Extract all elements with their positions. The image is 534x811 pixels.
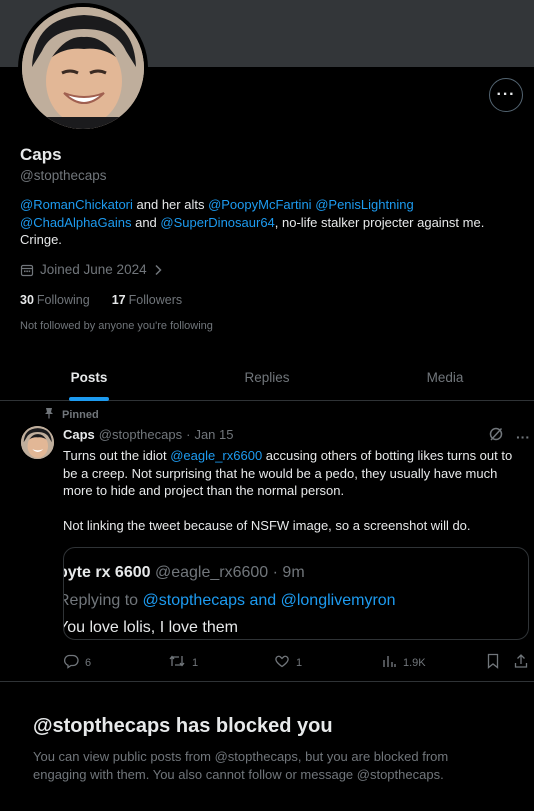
- tweet-screenshot-image[interactable]: byte rx 6600 @eagle_rx6600 · 9m Replying…: [63, 547, 529, 640]
- bio-mention-romanchickatori[interactable]: @RomanChickatori: [20, 197, 133, 212]
- tweet-actions: 6 1 1 1.9K: [63, 653, 529, 671]
- profile-handle: @stopthecaps: [20, 168, 107, 183]
- tweet-tools: ···: [488, 426, 530, 447]
- joined-text: Joined June 2024: [40, 262, 147, 277]
- tweet-date[interactable]: Jan 15: [194, 427, 233, 442]
- joined-date[interactable]: Joined June 2024: [20, 262, 163, 277]
- like-button[interactable]: 1: [274, 653, 302, 672]
- tweet-author-name[interactable]: Caps: [63, 427, 95, 442]
- quote-replying-label: Replying to: [63, 592, 143, 609]
- following-link[interactable]: 30 Following: [20, 293, 90, 307]
- profile-tabs: Posts Replies Media: [0, 355, 534, 401]
- like-count: 1: [296, 656, 303, 669]
- quote-replying-handles: @stopthecaps and @longlivemyron: [142, 592, 396, 609]
- quote-author-handle: @eagle_rx6600: [154, 564, 269, 581]
- following-count: 30: [20, 293, 34, 307]
- pin-icon: [44, 407, 54, 422]
- reply-icon: [63, 653, 79, 672]
- tweet-author-handle[interactable]: @stopthecaps: [99, 427, 182, 442]
- profile-bio: @RomanChickatori and her alts @PoopyMcFa…: [20, 196, 525, 249]
- section-divider: [0, 681, 534, 682]
- bio-text: and: [131, 214, 161, 230]
- repost-count: 1: [192, 656, 199, 669]
- bio-mention-chadalphagains[interactable]: @ChadAlphaGains: [20, 215, 131, 230]
- repost-button[interactable]: 1: [168, 653, 198, 672]
- share-icon: [513, 653, 529, 672]
- calendar-icon: [20, 263, 34, 277]
- tweet-more-icon[interactable]: ···: [516, 429, 530, 445]
- repost-icon: [168, 653, 186, 672]
- bookmark-button[interactable]: [486, 653, 500, 672]
- tweet-paragraph-1: Turns out the idiot @eagle_rx6600 accusi…: [63, 447, 528, 500]
- profile-avatar[interactable]: [18, 3, 148, 133]
- tab-replies[interactable]: Replies: [178, 355, 356, 400]
- quote-time: · 9m: [272, 564, 305, 581]
- reply-button[interactable]: 6: [63, 653, 91, 672]
- quote-replying-to: Replying to @stopthecaps and @longlivemy…: [63, 592, 396, 610]
- follow-stats: 30 Following 17 Followers: [20, 293, 182, 307]
- tweet-paragraph-2: Not linking the tweet because of NSFW im…: [63, 518, 471, 533]
- tweet-header: Caps @stopthecaps · Jan 15: [63, 427, 234, 442]
- following-label: Following: [36, 293, 90, 307]
- tweet-author-avatar[interactable]: [21, 426, 54, 459]
- heart-icon: [274, 653, 290, 672]
- blocked-message: You can view public posts from @stopthec…: [33, 749, 449, 782]
- views-icon: [381, 653, 397, 672]
- more-options-button[interactable]: ···: [489, 78, 523, 112]
- views-button[interactable]: 1.9K: [381, 653, 426, 672]
- views-count: 1.9K: [403, 656, 426, 669]
- quote-body: You love lolis, I love them: [63, 619, 238, 636]
- bio-mention-poopymcfartini[interactable]: @PoopyMcFartini: [208, 197, 312, 212]
- share-button[interactable]: [513, 653, 529, 672]
- quote-author-name: byte rx 6600: [63, 564, 151, 581]
- tweet-separator: ·: [186, 427, 191, 442]
- blocked-title: @stopthecaps has blocked you: [33, 715, 333, 737]
- profile-display-name: Caps: [20, 145, 62, 164]
- reply-count: 6: [85, 656, 92, 669]
- followers-link[interactable]: 17 Followers: [112, 293, 182, 307]
- bio-mention-penislightning[interactable]: @PenisLightning: [315, 197, 413, 212]
- followers-count: 17: [111, 293, 126, 307]
- grok-icon[interactable]: [488, 426, 504, 447]
- bio-text: and her alts: [132, 197, 209, 212]
- bookmark-icon: [486, 653, 500, 672]
- quote-header: byte rx 6600 @eagle_rx6600 · 9m: [63, 564, 305, 582]
- tweet-text: Turns out the idiot @eagle_rx6600 accusi…: [63, 447, 528, 552]
- pinned-indicator: Pinned: [44, 407, 99, 422]
- more-horizontal-icon: ···: [496, 86, 516, 103]
- chevron-right-icon: [153, 264, 163, 276]
- not-followed-note: Not followed by anyone you're following: [20, 320, 213, 332]
- tab-media[interactable]: Media: [356, 355, 534, 400]
- tweet-text-part: Turns out the idiot: [63, 448, 171, 463]
- tab-posts[interactable]: Posts: [0, 355, 178, 400]
- followers-label: Followers: [128, 293, 183, 307]
- bio-mention-superdinosaur64[interactable]: @SuperDinosaur64: [160, 215, 274, 230]
- pinned-label: Pinned: [62, 408, 99, 421]
- tweet-mention-eagle[interactable]: @eagle_rx6600: [170, 448, 262, 463]
